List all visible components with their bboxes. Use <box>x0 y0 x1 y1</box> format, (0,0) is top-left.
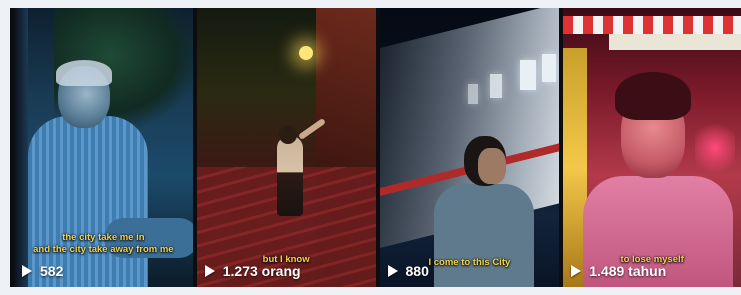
video-grid: the city take me in and the city take aw… <box>10 8 741 287</box>
video-tile-3[interactable]: I come to this City 880 <box>379 8 560 287</box>
video-caption: the city take me in and the city take aw… <box>14 232 193 256</box>
caption-line: the city take me in <box>62 232 145 243</box>
view-count: 880 <box>387 263 429 279</box>
video-tile-1[interactable]: the city take me in and the city take aw… <box>14 8 193 287</box>
view-count-label: 1.273 orang <box>222 263 301 279</box>
caption-line: and the city take away from me <box>33 244 174 255</box>
video-thumbnail <box>563 8 741 287</box>
video-tile-4[interactable]: to lose myself 1.489 tahun <box>563 8 741 287</box>
view-count-label: 880 <box>405 263 429 279</box>
view-count: 1.489 tahun <box>571 263 666 279</box>
play-icon <box>204 265 215 277</box>
view-count-label: 582 <box>40 263 64 279</box>
view-count: 582 <box>22 263 63 279</box>
view-count: 1.273 orang <box>204 263 301 279</box>
view-count-label: 1.489 tahun <box>589 263 667 279</box>
play-icon <box>387 265 398 277</box>
video-thumbnail <box>196 8 376 287</box>
video-thumbnail <box>379 8 560 287</box>
video-tile-2[interactable]: but I know 1.273 orang <box>196 8 376 287</box>
play-icon <box>571 265 582 277</box>
play-icon <box>22 265 32 277</box>
